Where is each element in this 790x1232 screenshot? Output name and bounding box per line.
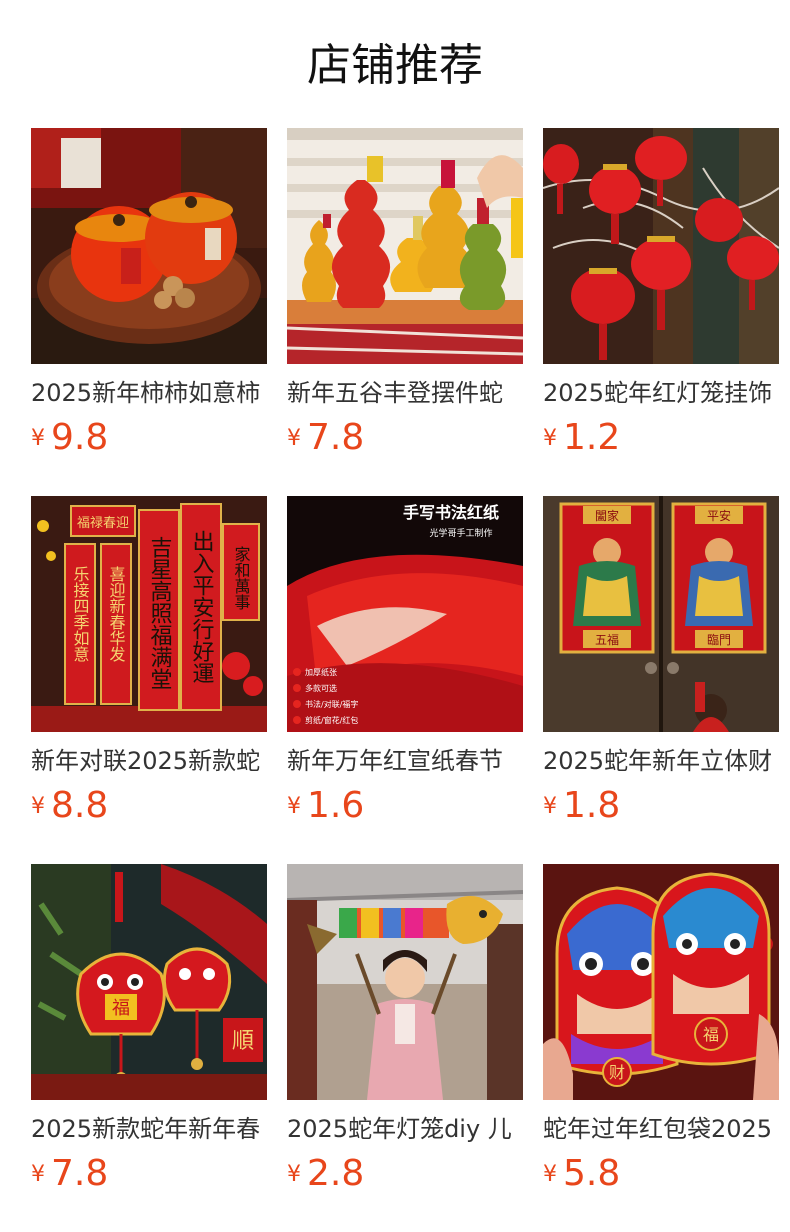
currency-symbol: ¥ — [31, 1162, 45, 1187]
product-card[interactable]: 2025新年柿柿如意柿 ¥9.8 — [31, 128, 267, 468]
paper-feature-3: 书法/对联/福字 — [305, 699, 358, 709]
paper-sub-text: 光学哥手工制作 — [429, 527, 492, 539]
price-amount: 2.8 — [307, 1153, 365, 1194]
lion-red-envelopes-image[interactable]: 财 福 — [543, 864, 779, 1100]
paper-feature-1: 加厚纸张 — [305, 667, 337, 677]
product-card[interactable]: 闔家 五福 平安 臨門 2025蛇年新年立体财 ¥ 1.8 — [543, 496, 779, 836]
couplet-col4-text: 出入平安行好運 — [189, 530, 215, 684]
product-price: ¥7.8 — [31, 1150, 108, 1198]
product-card[interactable]: 2025蛇年红灯笼挂饰 ¥1.2 — [543, 128, 779, 468]
red-lanterns-image[interactable] — [543, 128, 779, 364]
product-card[interactable]: 财 福 蛇年过年红包袋2025 ¥5.8 — [543, 864, 779, 1204]
envelope-left-text: 财 — [609, 1063, 625, 1082]
currency-symbol: ¥ — [543, 426, 557, 451]
door-right-top-text: 平安 — [707, 508, 731, 523]
product-price: ¥1.2 — [543, 414, 620, 462]
couplet-banner-text: 福禄春迎 — [77, 516, 129, 531]
product-title[interactable]: 2025蛇年灯笼diy 儿 — [287, 1112, 523, 1146]
product-price: ¥8.8 — [31, 782, 108, 830]
product-title[interactable]: 2025蛇年红灯笼挂饰 — [543, 376, 779, 410]
price-amount: 1.8 — [563, 785, 621, 826]
paper-heading-text: 手写书法红纸 — [403, 503, 499, 522]
grain-bottles-image[interactable] — [287, 128, 523, 364]
page-title: 店铺推荐 — [307, 40, 483, 91]
currency-symbol: ¥ — [287, 426, 301, 451]
couplet-col3-text: 吉星高照福满堂 — [147, 536, 173, 690]
door-left-top-text: 闔家 — [595, 508, 619, 523]
currency-symbol: ¥ — [543, 794, 557, 819]
price-amount: 7.8 — [307, 417, 365, 458]
price-amount: 8.8 — [51, 785, 109, 826]
persimmon-jars-image[interactable] — [31, 128, 267, 364]
couplet-side-text: 家和萬事 — [232, 546, 251, 610]
pendant-sign-text: 順 — [232, 1029, 254, 1054]
product-title[interactable]: 2025新款蛇年新年春 — [31, 1112, 267, 1146]
red-paper-image[interactable]: 手写书法红纸 光学哥手工制作 加厚纸张 多款可选 书法/对联/福字 剪纸/窗花/… — [287, 496, 523, 732]
price-amount: 7.8 — [51, 1153, 109, 1194]
door-left-bottom-text: 五福 — [595, 632, 619, 647]
currency-symbol: ¥ — [31, 426, 45, 451]
price-amount: 1.2 — [563, 417, 621, 458]
dragon-pendants-image[interactable]: 福 順 — [31, 864, 267, 1100]
product-price: ¥1.8 — [543, 782, 620, 830]
price-amount: 5.8 — [563, 1153, 621, 1194]
currency-symbol: ¥ — [31, 794, 45, 819]
child-dragon-lantern-image[interactable] — [287, 864, 523, 1100]
envelope-right-text: 福 — [703, 1025, 719, 1044]
paper-feature-4: 剪纸/窗花/红包 — [305, 715, 358, 725]
currency-symbol: ¥ — [287, 794, 301, 819]
product-price: ¥2.8 — [287, 1150, 364, 1198]
couplets-image[interactable]: 福禄春迎 乐接四季如意 喜迎新春华发 吉星高照福满堂 出入平安行好運 家和萬事 — [31, 496, 267, 732]
pendant-fu-text: 福 — [112, 998, 130, 1019]
product-price: ¥5.8 — [543, 1150, 620, 1198]
couplet-col1-text: 乐接四季如意 — [71, 566, 90, 662]
product-title[interactable]: 蛇年过年红包袋2025 — [543, 1112, 779, 1146]
product-title[interactable]: 2025蛇年新年立体财 — [543, 744, 779, 778]
product-title[interactable]: 新年五谷丰登摆件蛇 — [287, 376, 523, 410]
product-title[interactable]: 新年万年红宣纸春节 — [287, 744, 523, 778]
door-gods-image[interactable]: 闔家 五福 平安 臨門 — [543, 496, 779, 732]
product-card[interactable]: 福 順 2025新款蛇年新年春 ¥7.8 — [31, 864, 267, 1204]
price-amount: 9.8 — [51, 417, 109, 458]
product-card[interactable]: 福禄春迎 乐接四季如意 喜迎新春华发 吉星高照福满堂 出入平安行好運 家和萬事 … — [31, 496, 267, 836]
product-price: ¥9.8 — [31, 414, 108, 462]
paper-feature-2: 多款可选 — [305, 683, 337, 693]
product-card[interactable]: 2025蛇年灯笼diy 儿 ¥2.8 — [287, 864, 523, 1204]
product-price: ¥1.6 — [287, 782, 364, 830]
product-card[interactable]: 手写书法红纸 光学哥手工制作 加厚纸张 多款可选 书法/对联/福字 剪纸/窗花/… — [287, 496, 523, 836]
price-amount: 1.6 — [307, 785, 365, 826]
door-right-bottom-text: 臨門 — [707, 633, 731, 647]
couplet-col2-text: 喜迎新春华发 — [107, 566, 126, 662]
currency-symbol: ¥ — [287, 1162, 301, 1187]
product-title[interactable]: 2025新年柿柿如意柿 — [31, 376, 267, 410]
product-card[interactable]: 新年五谷丰登摆件蛇 ¥7.8 — [287, 128, 523, 468]
currency-symbol: ¥ — [543, 1162, 557, 1187]
product-price: ¥7.8 — [287, 414, 364, 462]
product-title[interactable]: 新年对联2025新款蛇 — [31, 744, 267, 778]
